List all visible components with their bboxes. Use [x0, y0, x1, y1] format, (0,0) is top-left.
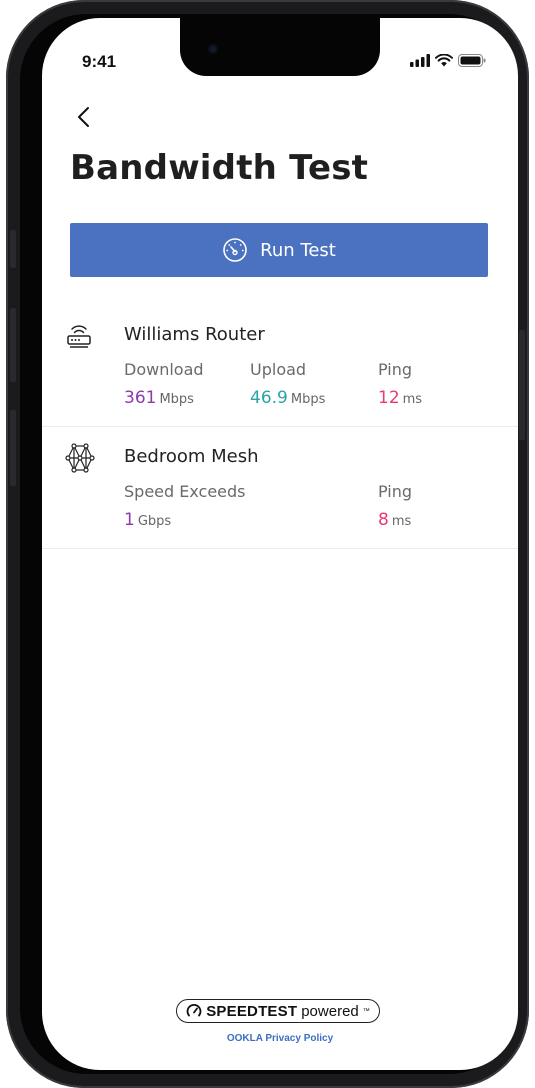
phone-frame: 9:41 Bandwidth Test Run Test Williams Ro… — [6, 0, 529, 1088]
ping-value: 8 ms — [378, 510, 412, 530]
speed-exceeds-value: 1 Gbps — [124, 510, 172, 530]
ookla-privacy-policy-link[interactable]: OOKLA Privacy Policy — [42, 1033, 518, 1044]
chevron-left-icon — [78, 107, 89, 127]
screen: 9:41 Bandwidth Test Run Test Williams Ro… — [42, 18, 518, 1070]
download-label: Download — [124, 360, 204, 379]
ping-label: Ping — [378, 360, 413, 379]
device-row-bedroom-mesh[interactable]: Bedroom Mesh Speed Exceeds Ping 1 Gbps 8m… — [42, 426, 518, 549]
power-button — [519, 330, 525, 440]
ping-label: Ping — [378, 482, 413, 501]
wifi-icon — [435, 54, 453, 67]
volume-down-button — [10, 410, 16, 486]
download-value: 361 Mbps — [124, 388, 194, 408]
upload-label: Upload — [250, 360, 307, 379]
back-button[interactable] — [72, 104, 98, 130]
trademark-mark: ™ — [362, 1007, 370, 1015]
device-row-williams-router[interactable]: Williams Router Download Upload Ping 361… — [42, 298, 518, 427]
run-test-button[interactable]: Run Test — [70, 223, 488, 277]
speed-exceeds-label: Speed Exceeds — [124, 482, 246, 501]
powered-text: powered — [301, 1002, 359, 1020]
signal-icon — [410, 54, 430, 67]
run-test-label: Run Test — [260, 239, 336, 261]
speedtest-wordmark: SPEEDTEST — [206, 1002, 298, 1020]
battery-icon — [458, 54, 486, 67]
status-icons — [410, 54, 486, 67]
side-button — [10, 230, 16, 268]
mesh-network-icon — [65, 443, 95, 473]
volume-up-button — [10, 308, 16, 382]
upload-value: 46.9 Mbps — [250, 388, 326, 408]
notch — [180, 18, 380, 76]
speedtest-powered-badge: SPEEDTEST powered ™ — [176, 999, 380, 1023]
camera-icon — [208, 44, 218, 54]
speedometer-icon — [223, 238, 247, 262]
speedtest-gauge-icon — [186, 1003, 202, 1017]
ping-value: 12 ms — [378, 388, 423, 408]
device-name: Bedroom Mesh — [124, 446, 259, 467]
page-title: Bandwidth Test — [70, 148, 369, 188]
device-name: Williams Router — [124, 324, 265, 345]
router-icon — [67, 325, 91, 348]
status-time: 9:41 — [82, 52, 117, 71]
